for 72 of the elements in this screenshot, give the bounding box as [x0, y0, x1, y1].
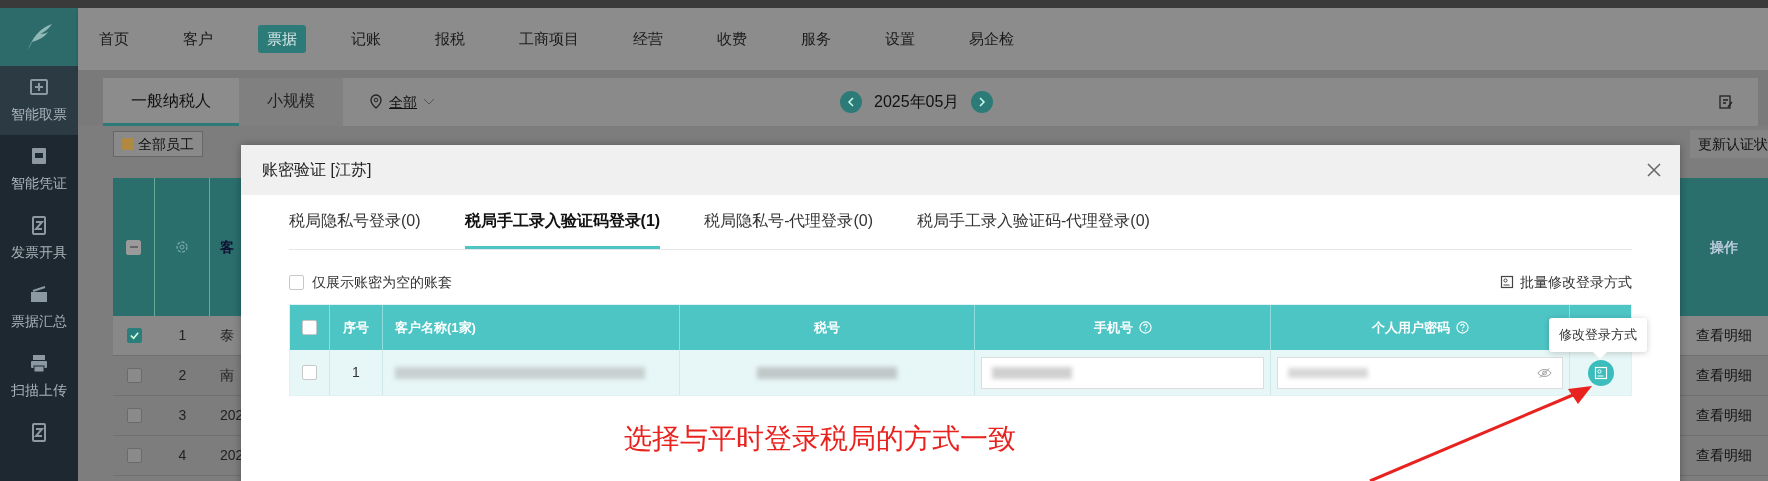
- update-status-button[interactable]: 更新认证状: [1690, 130, 1768, 158]
- close-icon[interactable]: [1646, 162, 1662, 178]
- tab[interactable]: 税局手工录入验证码-代理登录(0): [917, 195, 1150, 249]
- next-month-button[interactable]: [971, 91, 994, 113]
- staff-filter-button[interactable]: 全部员工: [113, 131, 203, 157]
- previous-month-button[interactable]: [840, 91, 862, 113]
- table-header-cell-text: 税号: [814, 318, 840, 337]
- tag-icon: [122, 138, 134, 150]
- nav-item[interactable]: 易企检: [960, 24, 1023, 54]
- printer-icon: [28, 352, 50, 375]
- tab[interactable]: 税局隐私号登录(0): [289, 195, 421, 249]
- edit-login-method-button[interactable]: [1587, 359, 1614, 386]
- nav-item[interactable]: 设置: [876, 24, 924, 54]
- view-details-link[interactable]: 查看明细: [1696, 405, 1752, 426]
- chevron-left-icon: [847, 97, 855, 107]
- eye-off-icon[interactable]: [1537, 366, 1552, 379]
- edit-note-icon[interactable]: [1718, 94, 1734, 110]
- checkbox[interactable]: [126, 328, 142, 343]
- phone-input-field[interactable]: [981, 356, 1264, 389]
- nav-item[interactable]: 服务: [792, 24, 840, 54]
- table-header-cell-text: 个人用户密码: [1371, 318, 1450, 337]
- month-label: 2025年05月: [874, 92, 960, 112]
- table-header-cell-text: 手机号: [1093, 318, 1133, 337]
- settings-icon[interactable]: [175, 240, 189, 254]
- nav-item[interactable]: 记账: [342, 24, 390, 54]
- checkbox[interactable]: [126, 448, 142, 463]
- id-card-icon: [1500, 275, 1514, 289]
- checkbox[interactable]: [126, 239, 141, 255]
- table-header-cell-text: 操作: [1710, 237, 1738, 257]
- sidebar-item[interactable]: 智能取票: [0, 65, 78, 135]
- nav-item[interactable]: 客户: [174, 24, 222, 54]
- tab[interactable]: 税局隐私号-代理登录(0): [704, 195, 873, 249]
- nav-item[interactable]: 收费: [708, 24, 756, 54]
- checkbox[interactable]: [126, 408, 142, 423]
- table-header-cell-text: 客户名称(1家): [395, 318, 476, 337]
- checkbox[interactable]: [126, 368, 142, 383]
- id-card-icon: [1593, 365, 1608, 380]
- checkbox[interactable]: [289, 274, 304, 290]
- chevron-right-icon: [978, 97, 987, 107]
- table-cell: 4: [155, 436, 210, 476]
- table-cell-text: 1: [352, 363, 360, 382]
- chevron-down-icon: [423, 98, 435, 106]
- nav-item[interactable]: 报税: [426, 24, 474, 54]
- dialog-title: 账密验证 [江苏]: [262, 160, 372, 180]
- batch-edit-button[interactable]: 批量修改登录方式: [1500, 271, 1632, 293]
- sidebar-item[interactable]: 发票开具: [0, 204, 78, 274]
- view-details-link[interactable]: 查看明细: [1696, 445, 1752, 466]
- view-details-link[interactable]: 查看明细: [1696, 365, 1752, 386]
- password-input-field[interactable]: [1277, 356, 1563, 389]
- tab[interactable]: 税局手工录入验证码登录(1): [464, 195, 661, 249]
- table-cell-text: 泰: [220, 326, 234, 345]
- table-cell: 3: [155, 396, 210, 436]
- checkbox-label: 仅展示账密为空的账套: [312, 272, 452, 292]
- checkmark-icon: [128, 330, 140, 341]
- nav-item[interactable]: 票据: [258, 24, 306, 54]
- table-cell-text: 南: [220, 366, 234, 385]
- checkbox[interactable]: [302, 320, 317, 335]
- sidebar-item[interactable]: 票据汇总: [0, 273, 78, 343]
- table-cell: 1: [155, 316, 210, 356]
- location-pin-icon: [369, 94, 383, 110]
- table-cell: 2: [155, 356, 210, 396]
- table-header-cell-text: 序号: [343, 318, 369, 337]
- annotation-text: 选择与平时登录税局的方式一致: [624, 423, 1016, 454]
- tab[interactable]: 小规模: [239, 78, 343, 126]
- region-dropdown[interactable]: 全部: [369, 78, 435, 126]
- sidebar-item[interactable]: 智能凭证: [0, 134, 78, 205]
- sidebar-item[interactable]: 扫描上传: [0, 342, 78, 412]
- nav-item[interactable]: 经营: [624, 24, 672, 54]
- nav-item[interactable]: 工商项目: [510, 24, 588, 54]
- nav-item[interactable]: 首页: [90, 24, 138, 54]
- table-header-cell-text: 客: [220, 237, 234, 257]
- checkbox[interactable]: [302, 365, 317, 380]
